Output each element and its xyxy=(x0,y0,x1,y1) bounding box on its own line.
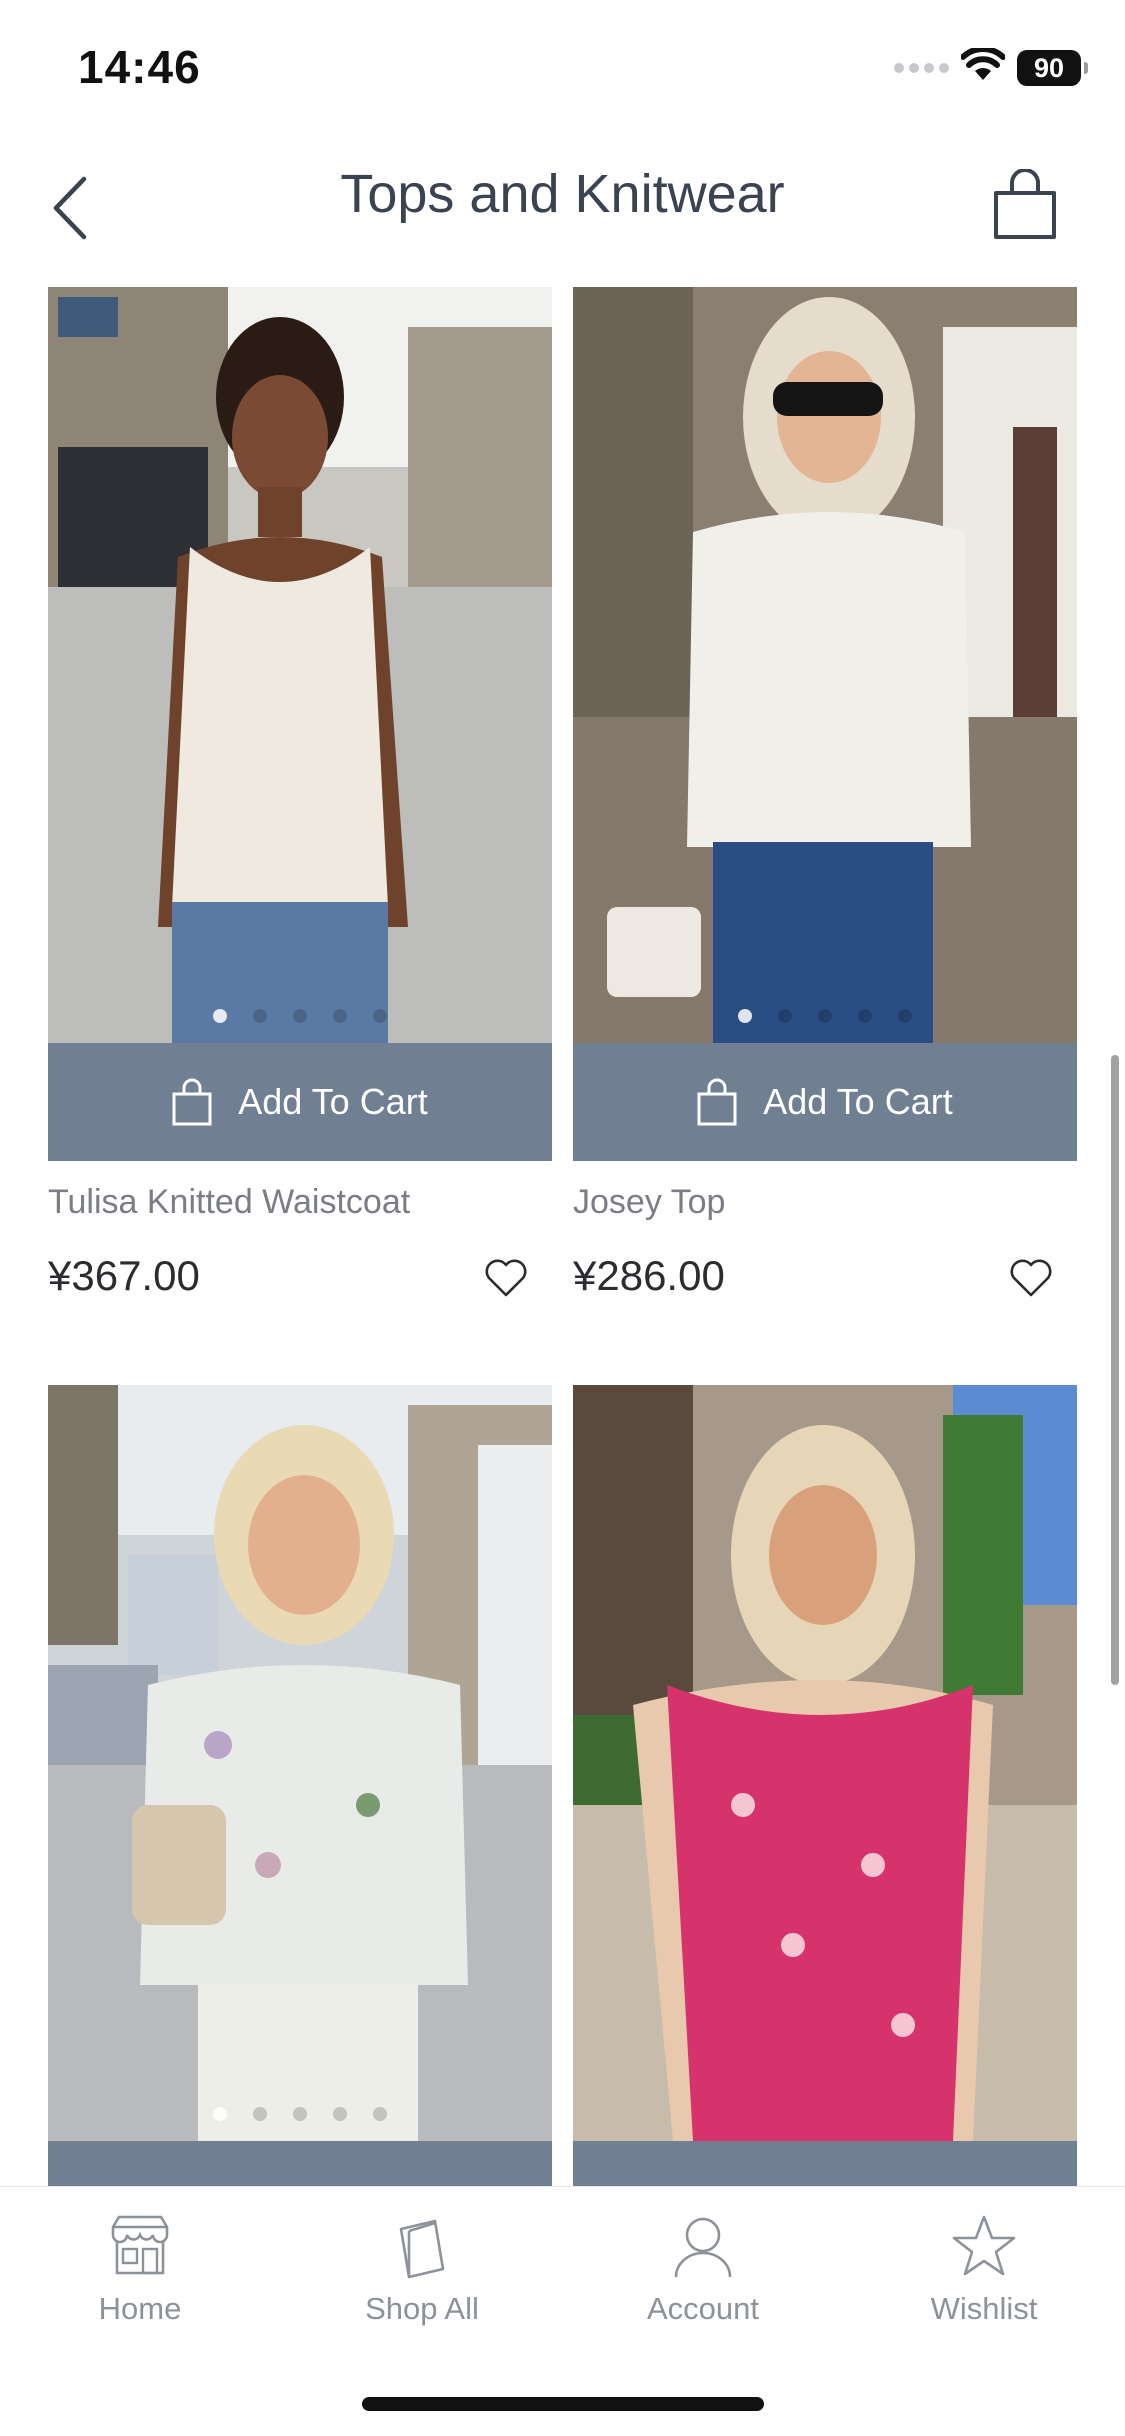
image-pagination xyxy=(573,1009,1077,1023)
tab-account[interactable]: Account xyxy=(603,2213,803,2327)
price-row: ¥286.00 xyxy=(573,1252,1077,1312)
product-image[interactable] xyxy=(48,1385,552,2141)
product-card[interactable]: Add To Cart Josey Top ¥286.00 xyxy=(573,287,1077,1312)
product-name[interactable]: Josey Top xyxy=(573,1183,1077,1222)
product-image[interactable] xyxy=(48,287,552,1043)
tab-shop-all[interactable]: Shop All xyxy=(322,2213,522,2327)
image-pagination xyxy=(48,2107,552,2121)
tab-label: Account xyxy=(646,2291,759,2326)
shopping-bag-icon xyxy=(172,1078,212,1126)
shopping-bag-icon xyxy=(994,169,1056,239)
product-price: ¥286.00 xyxy=(573,1252,725,1299)
scrollbar[interactable] xyxy=(1111,1055,1119,1685)
tab-label: Shop All xyxy=(365,2291,479,2326)
shopping-bag-icon xyxy=(399,2219,445,2279)
product-image[interactable] xyxy=(573,1385,1077,2141)
add-to-cart-label: Add To Cart xyxy=(238,1081,428,1122)
product-card[interactable]: Add To Cart Tulisa Knitted Waistcoat ¥36… xyxy=(48,287,552,1312)
app-header: Tops and Knitwear xyxy=(0,135,1125,285)
image-pagination xyxy=(48,1009,552,1023)
heart-icon[interactable] xyxy=(1009,1258,1053,1298)
status-bar: 14:46 90 xyxy=(0,0,1125,135)
heart-icon[interactable] xyxy=(484,1258,528,1298)
product-image[interactable] xyxy=(573,287,1077,1043)
product-card[interactable] xyxy=(573,1385,1077,2259)
cart-button[interactable] xyxy=(985,160,1065,250)
add-to-cart-button[interactable]: Add To Cart xyxy=(48,1043,552,1161)
status-time: 14:46 xyxy=(78,41,201,93)
person-icon xyxy=(674,2217,732,2278)
storefront-icon xyxy=(111,2215,169,2275)
tab-wishlist[interactable]: Wishlist xyxy=(884,2213,1084,2327)
wifi-icon xyxy=(960,46,1006,87)
add-to-cart-button[interactable]: Add To Cart xyxy=(573,1043,1077,1161)
screen: 14:46 90 Tops and Knitwear Add To Cart T… xyxy=(0,0,1125,2436)
add-to-cart-label: Add To Cart xyxy=(763,1081,953,1122)
product-card[interactable] xyxy=(48,1385,552,2259)
shopping-bag-icon xyxy=(697,1078,737,1126)
home-indicator[interactable] xyxy=(362,2397,764,2411)
status-indicators: 90 xyxy=(894,46,1088,87)
tab-label: Wishlist xyxy=(930,2291,1038,2326)
price-row: ¥367.00 xyxy=(48,1252,552,1312)
page-title: Tops and Knitwear xyxy=(340,164,785,224)
cellular-signal-icon xyxy=(894,62,949,73)
product-name[interactable]: Tulisa Knitted Waistcoat xyxy=(48,1183,552,1222)
star-icon xyxy=(952,2215,1016,2276)
battery-icon: 90 xyxy=(1017,49,1088,86)
product-price: ¥367.00 xyxy=(48,1252,200,1299)
tab-home[interactable]: Home xyxy=(40,2213,240,2327)
tab-label: Home xyxy=(98,2291,182,2326)
